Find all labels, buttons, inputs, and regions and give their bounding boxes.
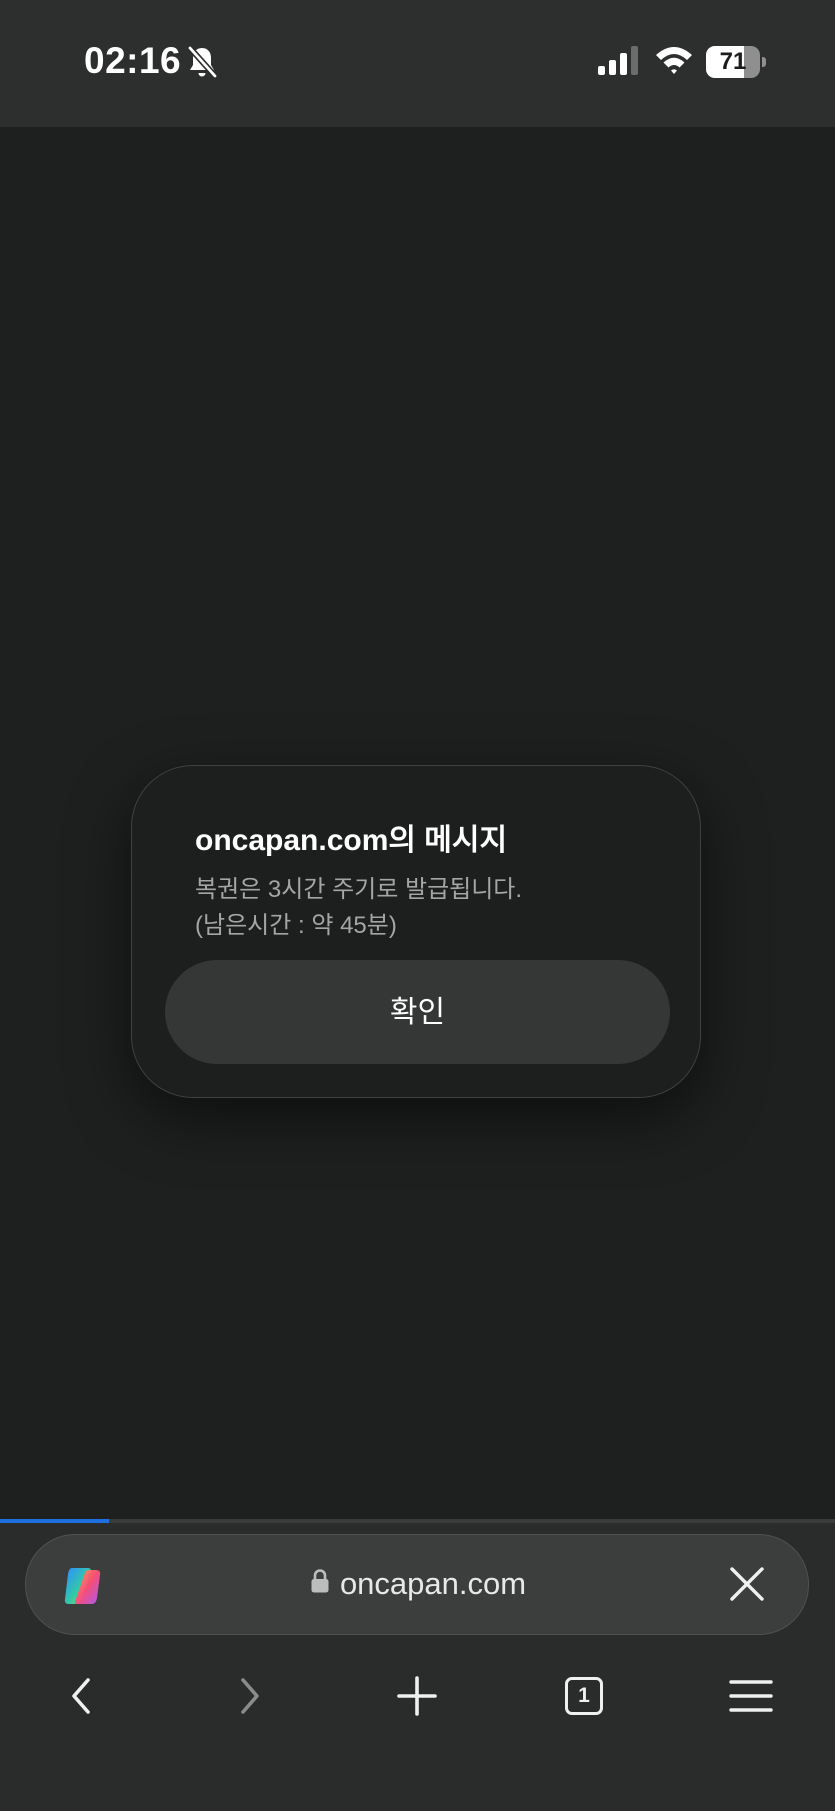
dialog-title: oncapan.com의 메시지 bbox=[195, 824, 508, 857]
battery-level: 71 bbox=[719, 48, 747, 75]
browser-toolbar: oncapan.com 1 bbox=[0, 1523, 835, 1811]
dialog-message: 복권은 3시간 주기로 발급됩니다. (남은시간 : 약 45분) bbox=[195, 876, 523, 939]
back-button[interactable] bbox=[51, 1666, 111, 1726]
tabs-button[interactable]: 1 bbox=[554, 1666, 614, 1726]
menu-button[interactable] bbox=[721, 1666, 781, 1726]
close-icon[interactable] bbox=[730, 1567, 764, 1601]
status-time: 02:16 bbox=[84, 40, 182, 81]
url-display[interactable]: oncapan.com bbox=[26, 1535, 810, 1633]
wifi-icon bbox=[656, 47, 692, 74]
alert-dialog: oncapan.com의 메시지 복권은 3시간 주기로 발급됩니다. (남은시… bbox=[131, 765, 701, 1098]
address-bar[interactable]: oncapan.com bbox=[25, 1534, 809, 1635]
forward-button[interactable] bbox=[220, 1666, 280, 1726]
ok-button[interactable]: 확인 bbox=[165, 960, 670, 1064]
lock-icon bbox=[311, 1569, 329, 1593]
forward-icon bbox=[241, 1678, 259, 1714]
battery-icon: 71 bbox=[706, 46, 766, 78]
new-tab-icon bbox=[397, 1676, 437, 1716]
new-tab-button[interactable] bbox=[387, 1666, 447, 1726]
tab-count: 1 bbox=[565, 1677, 603, 1715]
battery-tip bbox=[762, 57, 766, 67]
battery-body: 71 bbox=[706, 46, 760, 78]
signal-icon bbox=[598, 46, 638, 75]
tabs-icon: 1 bbox=[565, 1677, 603, 1715]
back-icon bbox=[72, 1678, 90, 1714]
url-text: oncapan.com bbox=[339, 1566, 527, 1601]
bell-off-icon bbox=[187, 46, 218, 78]
status-bar: 02:16 71 bbox=[0, 0, 835, 127]
menu-icon bbox=[729, 1680, 773, 1712]
